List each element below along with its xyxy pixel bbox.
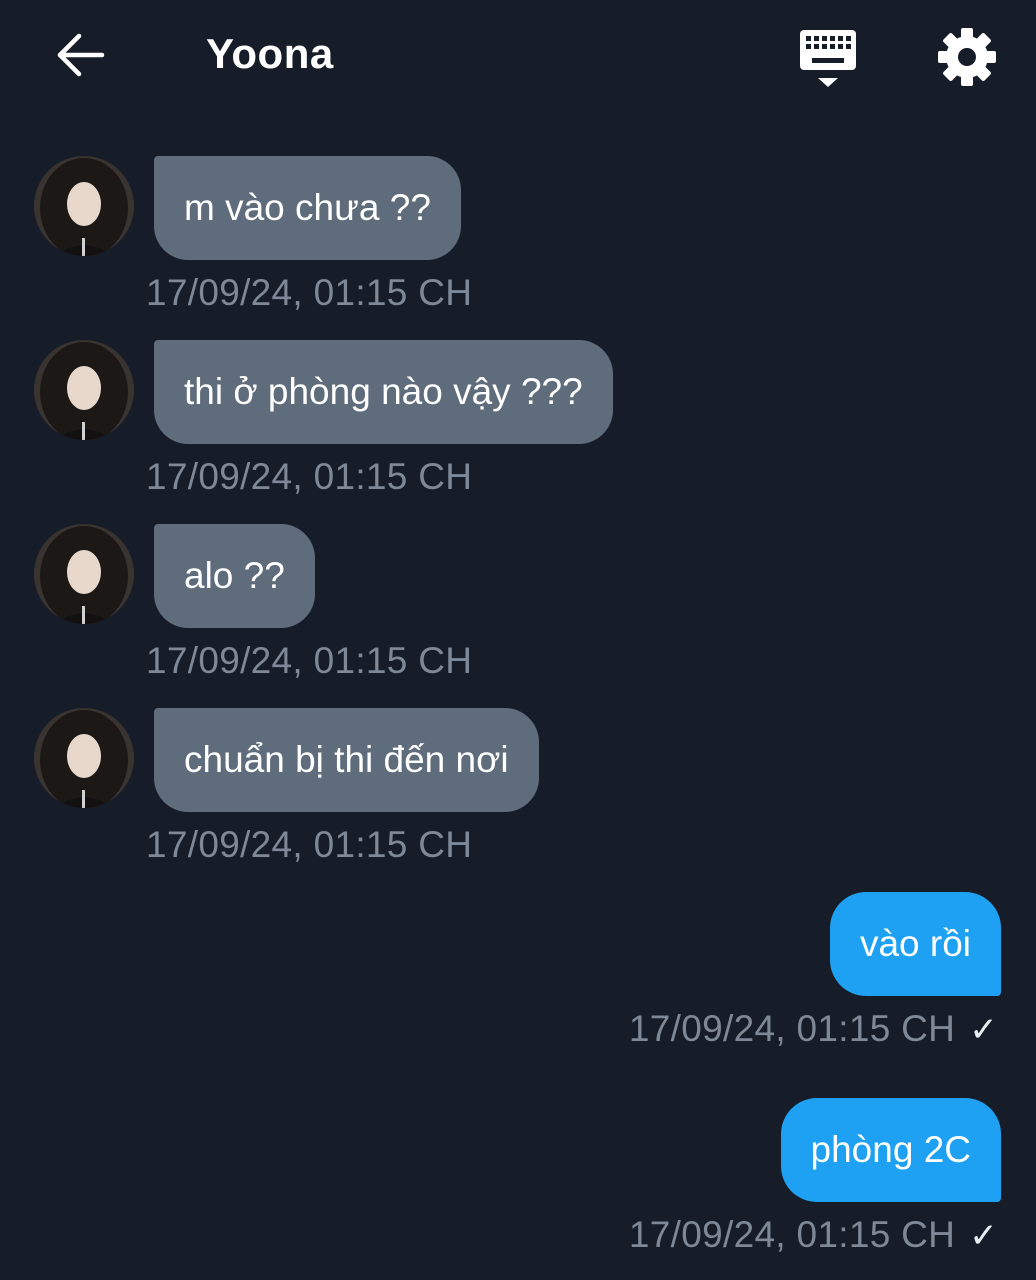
message-bubble[interactable]: vào rồi: [829, 892, 1001, 996]
keyboard-icon: [800, 30, 856, 87]
message-bubble[interactable]: thi ở phòng nào vậy ???: [154, 340, 613, 444]
message-row-incoming: m vào chưa ?? 17/09/24, 01:15 CH: [0, 156, 1036, 326]
message-time-text: 17/09/24, 01:15 CH: [628, 1008, 956, 1049]
message-timestamp: 17/09/24, 01:15 CH ✓: [629, 1008, 998, 1050]
message-row-incoming: alo ?? 17/09/24, 01:15 CH: [0, 524, 1036, 694]
message-timestamp: 17/09/24, 01:15 CH: [146, 640, 473, 681]
message-bubble[interactable]: m vào chưa ??: [154, 156, 461, 260]
message-timestamp: 17/09/24, 01:15 CH: [146, 824, 473, 865]
message-bubble[interactable]: chuẩn bị thi đến nơi: [154, 708, 539, 812]
sent-check-icon: ✓: [969, 1011, 998, 1049]
settings-button[interactable]: [936, 26, 998, 88]
message-row-outgoing: vào rồi 17/09/24, 01:15 CH ✓: [0, 892, 1036, 1062]
contact-name: Yoona: [206, 30, 334, 77]
message-row-outgoing: phòng 2C 17/09/24, 01:15 CH ✓: [0, 1098, 1036, 1268]
message-bubble[interactable]: alo ??: [154, 524, 315, 628]
avatar-image: [34, 156, 134, 256]
avatar-image: [34, 708, 134, 808]
avatar[interactable]: [34, 340, 134, 440]
message-bubble[interactable]: phòng 2C: [780, 1098, 1001, 1202]
message-row-incoming: chuẩn bị thi đến nơi 17/09/24, 01:15 CH: [0, 708, 1036, 878]
avatar[interactable]: [34, 708, 134, 808]
avatar-image: [34, 340, 134, 440]
chat-header: Yoona: [0, 0, 1036, 120]
message-timestamp: 17/09/24, 01:15 CH: [146, 456, 473, 497]
avatar-image: [34, 524, 134, 624]
keyboard-toggle-button[interactable]: [796, 26, 860, 90]
avatar[interactable]: [34, 524, 134, 624]
message-timestamp: 17/09/24, 01:15 CH ✓: [629, 1214, 998, 1256]
message-timestamp: 17/09/24, 01:15 CH: [146, 272, 473, 313]
arrow-left-icon: [57, 33, 105, 77]
gear-icon: [938, 28, 996, 86]
avatar[interactable]: [34, 156, 134, 256]
sent-check-icon: ✓: [969, 1217, 998, 1255]
message-time-text: 17/09/24, 01:15 CH: [628, 1214, 956, 1255]
back-button[interactable]: [52, 28, 108, 84]
message-row-incoming: thi ở phòng nào vậy ??? 17/09/24, 01:15 …: [0, 340, 1036, 510]
